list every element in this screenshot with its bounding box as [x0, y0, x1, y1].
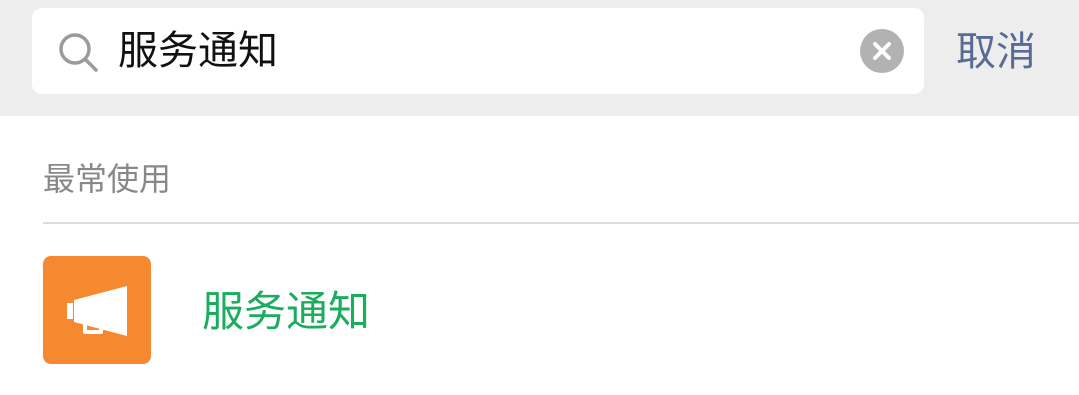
cancel-button[interactable]: 取消 [956, 0, 1036, 104]
clear-icon[interactable] [860, 29, 904, 73]
search-box[interactable]: 服务通知 [32, 8, 924, 94]
search-input[interactable]: 服务通知 [118, 8, 278, 94]
list-item-label: 服务通知 [202, 287, 371, 336]
megaphone-icon [43, 256, 151, 364]
search-icon [59, 33, 98, 72]
search-bar: 服务通知 取消 [0, 0, 1079, 116]
section-title: 最常使用 [43, 160, 172, 198]
list-item[interactable]: 服务通知 [0, 224, 1079, 395]
